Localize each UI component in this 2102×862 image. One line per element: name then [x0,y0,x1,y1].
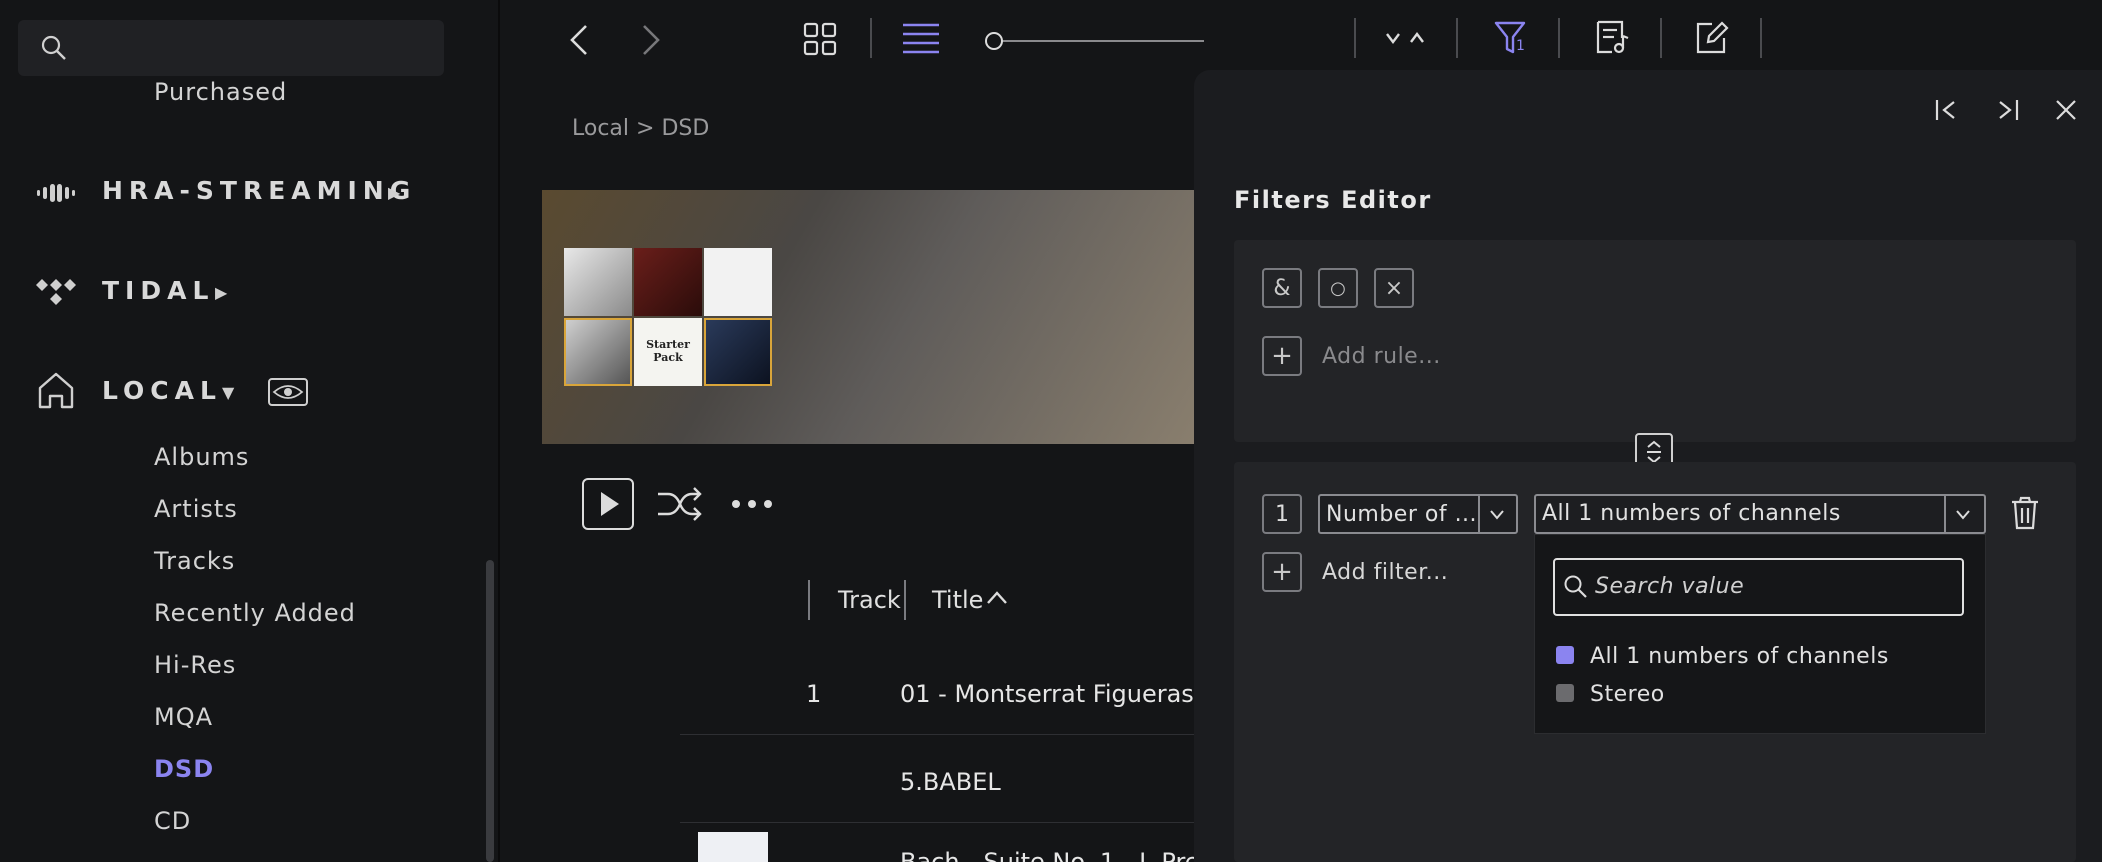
add-filter-label[interactable]: Add filter... [1322,560,1448,585]
filter-field-value: Number of ... [1326,502,1478,527]
filter-value-dropdown[interactable]: All 1 numbers of channels [1534,494,1986,534]
value-search-input[interactable]: Search value [1553,558,1964,616]
or-rule-button[interactable]: ○ [1318,268,1358,308]
album-thumbnail[interactable] [698,832,768,862]
sidebar-section-tidal[interactable]: TIDAL [102,276,214,305]
filter-value-selected: All 1 numbers of channels [1542,501,1841,526]
sidebar-item-mqa[interactable]: MQA [154,703,213,731]
row-divider [680,734,1194,735]
eye-icon[interactable] [268,378,308,406]
starter-pack-cover: Starter Pack [634,318,702,386]
row-track-number: – [806,848,818,862]
close-icon[interactable] [2054,98,2078,122]
play-button[interactable] [582,478,634,530]
sidebar-item-cd[interactable]: CD [154,807,191,835]
not-rule-button[interactable]: × [1374,268,1414,308]
dock-right-icon[interactable] [1994,96,2020,124]
sort-ascending-icon[interactable] [986,590,1008,606]
expand-arrow-icon[interactable]: ▶ [215,283,227,302]
option-label: All 1 numbers of channels [1590,644,1889,669]
filter-field-dropdown[interactable]: Number of ... [1318,494,1518,534]
list-view-icon[interactable] [902,22,940,54]
toolbar-divider [870,18,872,58]
sidebar-section-hra-streaming[interactable]: HRA-STREAMING [102,176,416,205]
row-track-number: 1 [806,680,822,708]
column-divider[interactable] [808,580,810,620]
album-cover-collage[interactable]: Starter Pack [564,248,772,386]
rules-box: & ○ × + Add rule... [1234,240,2076,442]
dsd-banner: Starter Pack [542,190,1202,444]
grid-view-icon[interactable] [803,22,837,56]
sidebar: Purchased HRA-STREAMING ▶ TIDAL ▶ LOCAL … [0,0,500,862]
checkbox-unchecked[interactable] [1556,684,1574,702]
toolbar-divider [1354,18,1356,58]
forward-icon[interactable] [638,22,664,58]
column-header-title[interactable]: Title [932,586,983,614]
toolbar-divider [1456,18,1458,58]
sidebar-item-hi-res[interactable]: Hi-Res [154,651,236,679]
option-label: Stereo [1590,682,1665,707]
value-search-placeholder: Search value [1595,574,1745,599]
add-rule-label[interactable]: Add rule... [1322,344,1441,369]
row-title[interactable]: Bach - Suite No. 1 - I. Prelud [900,848,1194,862]
sidebar-item-tracks[interactable]: Tracks [154,547,235,575]
dock-left-icon[interactable] [1934,96,1960,124]
search-icon [1563,574,1589,600]
sidebar-item-recently-added[interactable]: Recently Added [154,599,356,627]
sidebar-item-dsd[interactable]: DSD [154,755,214,783]
sidebar-item-albums[interactable]: Albums [154,443,249,471]
chevron-down-icon [1488,508,1506,522]
sidebar-section-local[interactable]: LOCAL [102,376,222,405]
edit-icon[interactable] [1694,20,1730,56]
row-title[interactable]: 5.BABEL [900,768,1001,796]
chevron-down-icon [1954,508,1972,522]
row-divider [680,822,1194,823]
column-header-track[interactable]: Track [838,586,901,614]
hra-streaming-icon [36,178,76,208]
sidebar-item-purchased[interactable]: Purchased [154,78,287,106]
sidebar-item-artists[interactable]: Artists [154,495,238,523]
playlist-icon[interactable] [1594,20,1630,56]
trash-icon[interactable] [2010,496,2040,530]
filter-index: 1 [1262,494,1302,534]
zoom-slider[interactable] [984,30,1206,52]
shuffle-icon[interactable] [656,486,702,522]
panel-title: Filters Editor [1234,186,1432,214]
add-filter-button[interactable]: + [1262,552,1302,592]
toolbar-divider [1760,18,1762,58]
filter-icon[interactable] [1494,20,1534,58]
toolbar-divider [1660,18,1662,58]
row-title[interactable]: 01 - Montserrat Figueras - I [900,680,1194,708]
sidebar-scrollbar[interactable] [486,560,494,862]
breadcrumb[interactable]: Local > DSD [572,116,709,141]
search-icon [40,34,68,62]
sort-toggle-icon[interactable] [1384,26,1428,52]
checkbox-checked[interactable] [1556,646,1574,664]
expand-arrow-icon[interactable]: ▶ [388,183,400,202]
add-rule-button[interactable]: + [1262,336,1302,376]
more-options-icon[interactable] [730,497,774,511]
column-divider[interactable] [904,580,906,620]
collapse-arrow-icon[interactable]: ▼ [222,383,234,402]
and-rule-button[interactable]: & [1262,268,1302,308]
back-icon[interactable] [566,22,592,58]
sidebar-search-input[interactable] [18,20,444,76]
home-icon [36,370,76,410]
filter-count-badge: 1 [1516,38,1525,54]
toolbar-divider [1558,18,1560,58]
tidal-icon [36,277,76,307]
